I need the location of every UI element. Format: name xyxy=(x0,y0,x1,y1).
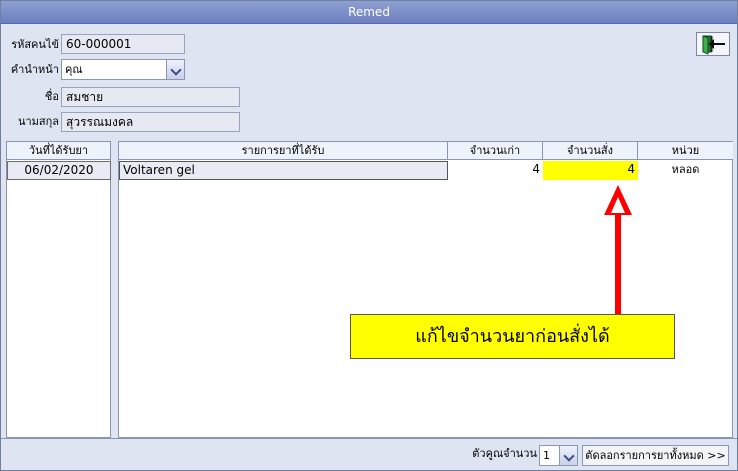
drugs-table: รายการยาที่ได้รับ จำนวนเก่า จำนวนสั่ง หน… xyxy=(118,141,733,438)
old-qty-header: จำนวนเก่า xyxy=(448,142,543,160)
dates-table: วันที่ได้รับยา 06/02/2020 xyxy=(6,141,111,438)
old-qty-cell: 4 xyxy=(532,162,540,176)
footer-bar: ตัวคูณจำนวน 1 ตัดลอกรายการยาทั้งหมด >> xyxy=(1,438,737,470)
annotation-arrow-head-inner xyxy=(611,197,625,213)
annotation-arrow-shaft xyxy=(615,213,621,314)
multiplier-label: ตัวคูณจำนวน xyxy=(472,447,537,460)
exit-button[interactable] xyxy=(696,32,730,56)
exit-door-icon xyxy=(702,35,725,55)
user-code-field[interactable]: 60-000001 xyxy=(61,34,185,54)
dates-header: วันที่ได้รับยา xyxy=(7,142,111,160)
chevron-down-icon xyxy=(563,450,575,462)
last-name-label: นามสกุล xyxy=(17,115,59,128)
prefix-select[interactable]: คุณ xyxy=(61,59,185,80)
cut-all-button[interactable]: ตัดลอกรายการยาทั้งหมด >> xyxy=(582,445,729,466)
drug-name-cell[interactable]: Voltaren gel xyxy=(119,161,448,180)
unit-cell: หลอด xyxy=(671,163,700,176)
prefix-value: คุณ xyxy=(65,63,83,76)
table-row[interactable]: 06/02/2020 xyxy=(7,161,111,180)
first-name-label: ชื่อ xyxy=(44,90,59,103)
chevron-down-icon xyxy=(170,64,182,76)
annotation-callout: แก้ไขจำนวนยาก่อนสั่งได้ xyxy=(350,314,675,359)
multiplier-dropdown-button[interactable] xyxy=(559,446,577,465)
window-title: Remed xyxy=(1,1,737,24)
prefix-label: คำนำหน้า xyxy=(10,63,59,76)
multiplier-select[interactable]: 1 xyxy=(539,445,578,466)
order-qty-header: จำนวนสั่ง xyxy=(543,142,638,160)
remed-window: Remed รหัสคนไข้ 60-000001 คำนำหน้า คุณ ช… xyxy=(0,0,738,471)
first-name-field[interactable]: สมชาย xyxy=(61,87,240,107)
unit-header: หน่วย xyxy=(638,142,733,160)
last-name-field[interactable]: สุวรรณมงคล xyxy=(61,112,240,132)
drug-name-header: รายการยาที่ได้รับ xyxy=(119,142,448,160)
multiplier-value: 1 xyxy=(543,449,550,462)
order-qty-cell[interactable]: 4 xyxy=(543,161,638,180)
prefix-dropdown-button[interactable] xyxy=(166,60,184,79)
user-code-label: รหัสคนไข้ xyxy=(11,38,59,51)
